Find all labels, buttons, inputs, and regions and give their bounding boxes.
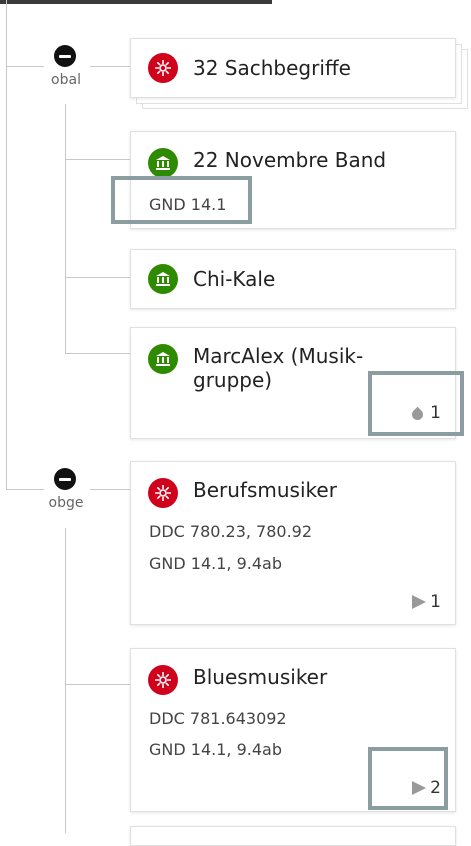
badge-count: 1 [430,403,441,423]
badge-count: 1 [430,592,441,612]
tree-line [6,489,44,490]
subject-icon [148,53,178,83]
drop-icon [409,406,426,423]
card-title: Chi-Kale [193,267,276,291]
node-label-obal: obal [51,72,81,88]
card-marcalex[interactable]: MarcAlex (Musik-gruppe) 1 [130,327,456,439]
card-partial[interactable] [130,826,456,846]
collapse-toggle-obal[interactable] [54,45,76,67]
tree-line [65,104,66,354]
card-title: Berufsmusiker [193,478,337,502]
card-title: MarcAlex (Musik-gruppe) [193,344,364,392]
card-title: 22 Novembre Band [193,148,387,172]
badge[interactable]: 1 [409,403,441,423]
tree-line [6,66,44,67]
top-bar [0,0,272,4]
tree-line [6,0,7,489]
card-berufsmusiker[interactable]: Berufsmusiker DDC 780.23, 780.92 GND 14.… [130,461,456,625]
card-ddc: DDC 780.23, 780.92 [149,522,313,541]
tree-line [90,489,130,490]
tree-line [65,159,130,160]
corporate-icon [148,264,178,294]
subject-icon [148,478,178,508]
card-sachbegriffe[interactable]: 32 Sachbegriffe [130,38,456,98]
tree-line [65,684,130,685]
tree-line [90,66,130,67]
card-ddc: DDC 781.643092 [149,709,287,728]
collapse-toggle-obge[interactable] [54,468,76,490]
card-gnd: GND 14.1, 9.4ab [149,740,282,759]
badge-count: 2 [430,778,441,798]
tree-line [65,528,66,833]
card-title: 32 Sachbegriffe [193,56,351,80]
corporate-icon [148,148,178,178]
card-gnd: GND 14.1, 9.4ab [149,554,282,573]
card-22-novembre-band[interactable]: 22 Novembre Band GND 14.1 [130,131,456,229]
badge[interactable]: 1 [412,592,441,612]
node-label-obge: obge [48,495,84,511]
corporate-icon [148,344,178,374]
card-chi-kale[interactable]: Chi-Kale [130,249,456,309]
tree-line [65,277,130,278]
card-classification: GND 14.1 [149,195,227,214]
triangle-right-icon [412,595,427,609]
card-title: Bluesmusiker [193,665,328,689]
triangle-right-icon [412,781,427,795]
tree-line [65,353,130,354]
badge[interactable]: 2 [412,778,441,798]
card-bluesmusiker[interactable]: Bluesmusiker DDC 781.643092 GND 14.1, 9.… [130,648,456,812]
subject-icon [148,665,178,695]
